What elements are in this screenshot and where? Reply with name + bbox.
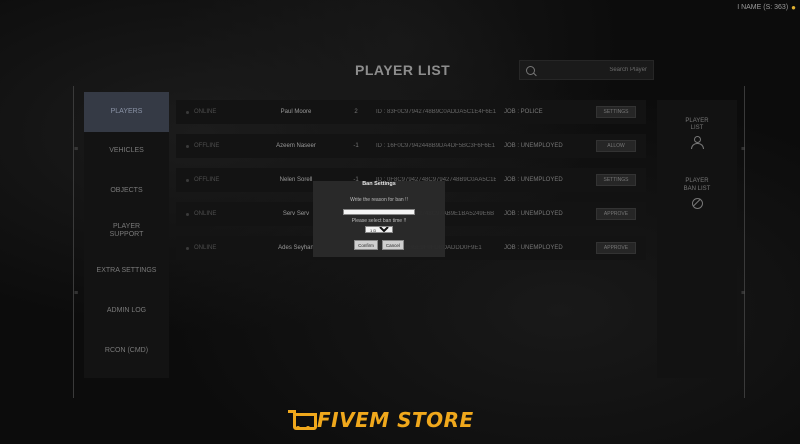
row-action-button[interactable]: ALLOW [596, 140, 636, 152]
sidebar-item-players[interactable]: PLAYERS [84, 92, 169, 132]
player-job: JOB : UNEMPLOYED [504, 245, 563, 251]
frame-left [73, 86, 77, 398]
player-job: JOB : UNEMPLOYED [504, 177, 563, 183]
status-text: ONLINE [176, 211, 256, 217]
frame-right [741, 86, 745, 398]
page-title: PLAYER LIST [355, 62, 451, 78]
ban-list-label: PLAYER BAN LIST [683, 178, 711, 192]
player-list-label: PLAYER LIST [685, 118, 709, 132]
status-text: ONLINE [176, 109, 256, 115]
search-input[interactable] [539, 67, 647, 73]
row-action-button[interactable]: APPROVE [596, 208, 636, 220]
player-name: Azeem Naseer [276, 143, 316, 149]
ban-settings-modal: Ban Settings Write the reason for ban !!… [313, 181, 445, 257]
row-action-button[interactable]: APPROVE [596, 242, 636, 254]
frame-marker-icon: ≡ [741, 290, 746, 297]
player-job: JOB : POLICE [504, 109, 543, 115]
modal-title: Ban Settings [362, 181, 396, 187]
sidebar-item-extra-settings[interactable]: EXTRA SETTINGS [84, 251, 169, 291]
player-job: JOB : UNEMPLOYED [504, 211, 563, 217]
sidebar-item-vehicles[interactable]: VEHICLES [84, 131, 169, 171]
player-list-nav[interactable]: PLAYER LIST [657, 118, 737, 150]
frame-marker-icon: ≡ [741, 146, 746, 153]
sidebar-item-player-support[interactable]: PLAYER SUPPORT [84, 211, 169, 251]
sidebar-item-admin-log[interactable]: ADMIN LOG [84, 291, 169, 331]
player-identifier: ID : 16F0C97942448B9DA4DF5BC3F6F6E1 [376, 143, 496, 149]
user-info: I NAME (S: 363) ● [737, 3, 796, 12]
table-row[interactable]: ONLINE Paul Moore 2 ID : 83F0C97942748B9… [176, 100, 646, 124]
right-panel: PLAYER LIST PLAYER BAN LIST [657, 100, 737, 378]
row-action-button[interactable]: SETTINGS [596, 174, 636, 186]
frame-marker-icon: ≡ [74, 146, 79, 153]
player-name: Paul Moore [280, 109, 312, 115]
cancel-button[interactable]: Cancel [381, 240, 404, 250]
person-icon [691, 136, 704, 150]
ban-list-nav[interactable]: PLAYER BAN LIST [657, 178, 737, 209]
search-icon [526, 65, 535, 75]
ban-icon [691, 197, 703, 209]
cart-icon [288, 410, 317, 430]
player-identifier: ID : 83F0C97942748B9C0ADDA5C1E4F6E1 [376, 109, 496, 115]
player-job: JOB : UNEMPLOYED [504, 143, 563, 149]
ban-reason-input[interactable] [343, 209, 415, 215]
coin-icon: ● [791, 3, 796, 12]
ban-time-label: Please select ban time !! [351, 218, 407, 224]
status-text: ONLINE [176, 245, 256, 251]
logo-text: FIVEM STORE [317, 408, 474, 432]
search-box[interactable] [519, 60, 654, 80]
table-row[interactable]: OFFLINE Azeem Naseer -1 ID : 16F0C979424… [176, 134, 646, 158]
modal-buttons: Confirm Cancel [354, 240, 404, 250]
frame-marker-icon: ≡ [74, 290, 79, 297]
player-id: -1 [353, 143, 359, 149]
status-text: OFFLINE [176, 143, 256, 149]
sidebar-item-rcon[interactable]: RCON (CMD) [84, 331, 169, 371]
brand-logo: FIVEM STORE [288, 408, 474, 432]
ban-time-select[interactable]: 1 Day [365, 226, 393, 233]
sidebar: PLAYERS VEHICLES OBJECTS PLAYER SUPPORT … [84, 92, 169, 378]
confirm-button[interactable]: Confirm [354, 240, 378, 250]
user-text: I NAME (S: 363) [737, 4, 789, 11]
row-action-button[interactable]: SETTINGS [596, 106, 636, 118]
reason-label: Write the reason for ban !! [350, 197, 408, 203]
status-text: OFFLINE [176, 177, 256, 183]
sidebar-item-objects[interactable]: OBJECTS [84, 171, 169, 211]
player-id: 2 [354, 109, 358, 115]
